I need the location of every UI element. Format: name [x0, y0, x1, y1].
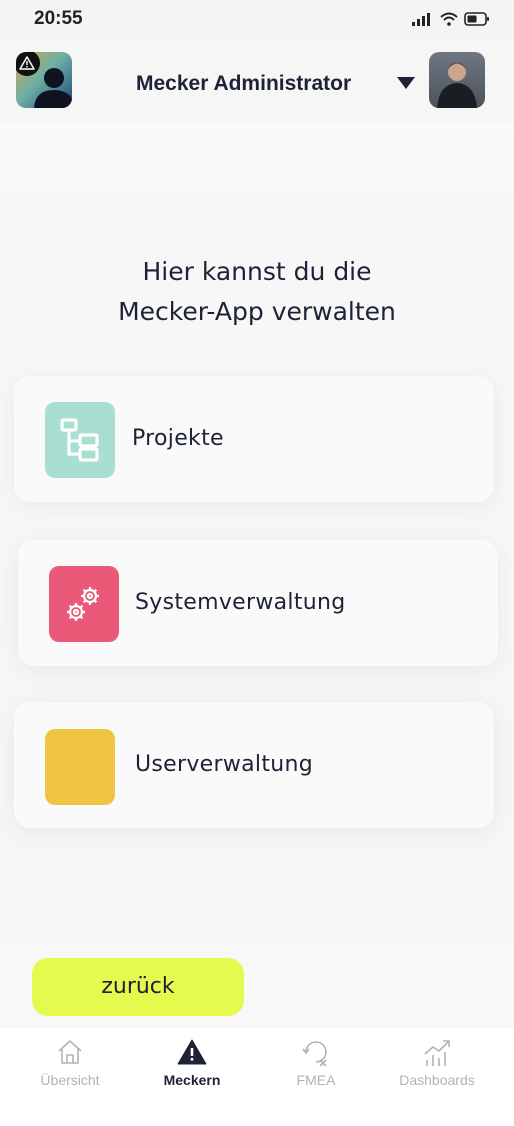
tab-fmea[interactable]: FMEA [252, 1028, 380, 1126]
warning-icon [177, 1039, 207, 1065]
project-structure-icon [60, 418, 99, 462]
user-management-tile [45, 729, 115, 805]
system-management-tile [49, 566, 119, 642]
status-icons [412, 12, 490, 26]
chevron-down-icon[interactable] [396, 76, 416, 90]
user-management-card[interactable]: Userverwaltung [14, 702, 494, 828]
tab-complaints[interactable]: Meckern [128, 1028, 256, 1126]
system-management-label: Systemverwaltung [135, 590, 346, 615]
tab-dashboards[interactable]: Dashboards [373, 1028, 501, 1126]
app-header: Mecker Administrator [0, 38, 514, 122]
gears-icon [67, 587, 99, 621]
tab-complaints-label: Meckern [163, 1072, 221, 1088]
projects-label: Projekte [132, 426, 224, 451]
app-logo[interactable] [16, 52, 72, 108]
status-time: 20:55 [34, 8, 83, 29]
projects-tile [45, 402, 115, 478]
user-management-label: Userverwaltung [135, 752, 314, 777]
system-management-card[interactable]: Systemverwaltung [18, 540, 498, 666]
refresh-x-icon [302, 1041, 327, 1067]
tab-overview[interactable]: Übersicht [6, 1028, 134, 1126]
projects-card[interactable]: Projekte [14, 376, 494, 502]
page-heading-line2: Mecker-App verwalten [118, 297, 396, 326]
status-bar: 20:55 [0, 0, 514, 38]
tab-dashboards-label: Dashboards [399, 1072, 475, 1088]
back-button[interactable]: zurück [32, 958, 244, 1016]
tab-fmea-label: FMEA [296, 1072, 336, 1088]
page-heading: Hier kannst du die Mecker-App verwalten [0, 252, 514, 332]
user-photo-icon [437, 63, 477, 108]
person-icon [34, 68, 72, 108]
user-name[interactable]: Mecker Administrator [136, 72, 351, 96]
home-icon [58, 1040, 82, 1064]
tab-overview-label: Übersicht [40, 1072, 100, 1088]
tab-bar: Übersicht Meckern FMEA Dashboards [0, 1028, 514, 1126]
wifi-icon [440, 12, 458, 26]
avatar[interactable] [429, 52, 485, 108]
page-heading-line1: Hier kannst du die [142, 257, 372, 286]
chart-icon [424, 1040, 450, 1066]
signal-icon [412, 13, 430, 26]
battery-icon [464, 12, 489, 26]
